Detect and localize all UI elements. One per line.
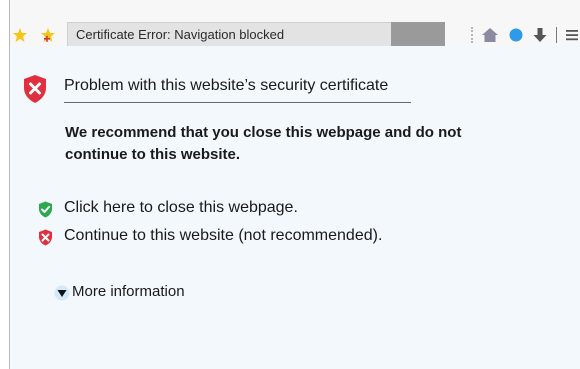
browser-window: Certificate Error: Navigation blocked Pr…	[9, 0, 580, 369]
continue-to-website-label: Continue to this website (not recommende…	[64, 227, 383, 244]
recommendation-text: We recommend that you close this webpage…	[65, 124, 462, 163]
toolbar-divider	[556, 27, 557, 43]
menu-icon[interactable]	[563, 26, 580, 44]
home-icon[interactable]	[481, 26, 499, 44]
shield-x-icon	[39, 229, 52, 246]
status-dot-icon[interactable]	[507, 26, 525, 44]
tab-strip: Certificate Error: Navigation blocked	[10, 0, 580, 46]
favorites-star-icon[interactable]	[12, 27, 28, 43]
chevron-down-icon	[54, 285, 70, 301]
shield-check-icon	[39, 201, 52, 218]
download-icon[interactable]	[531, 26, 549, 44]
tab-inactive[interactable]	[391, 22, 445, 46]
tab-title: Certificate Error: Navigation blocked	[76, 27, 285, 42]
close-webpage-label: Click here to close this webpage.	[64, 199, 298, 216]
toolbar-separator	[471, 27, 475, 43]
more-information-label: More information	[72, 283, 185, 300]
add-favorite-star-icon[interactable]	[40, 27, 56, 43]
shield-error-icon	[24, 75, 46, 103]
error-page-content: Problem with this website’s security cer…	[10, 46, 580, 369]
heading-divider	[64, 102, 411, 103]
tab-certificate-error[interactable]: Certificate Error: Navigation blocked	[67, 22, 393, 46]
page-title: Problem with this website’s security cer…	[64, 77, 389, 94]
